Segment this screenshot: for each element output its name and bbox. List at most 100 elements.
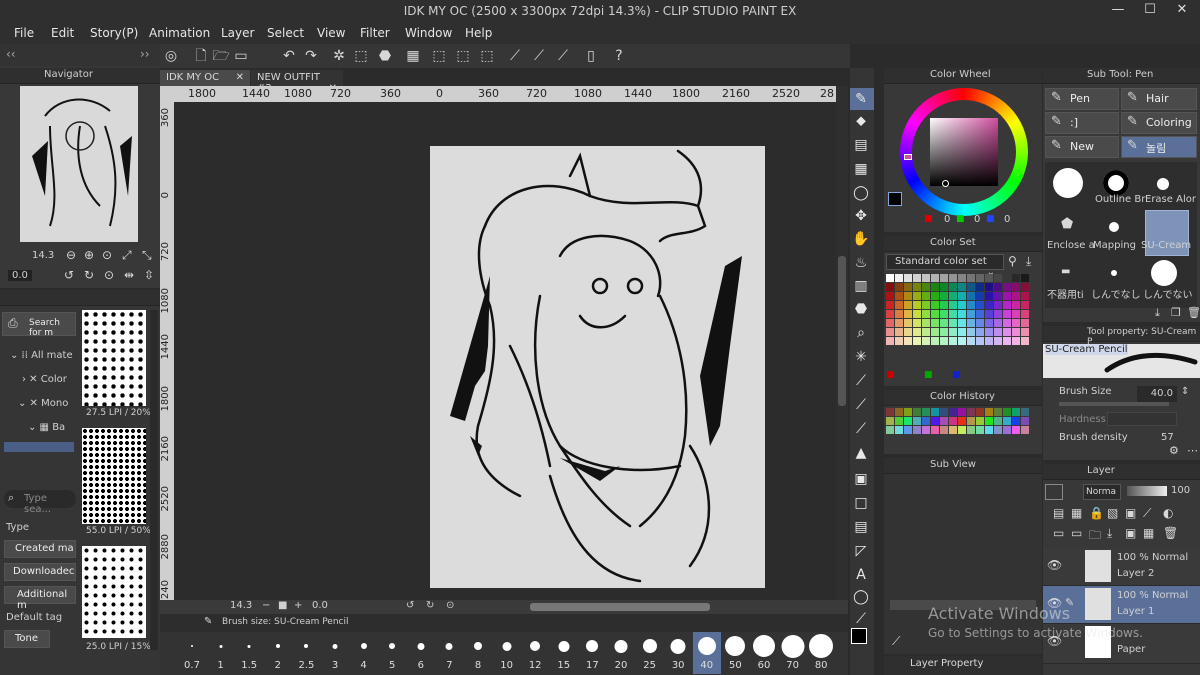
color-swatch[interactable] (904, 319, 912, 327)
color-swatch[interactable] (1003, 274, 1011, 282)
maximize-icon[interactable]: ☐ (1140, 2, 1160, 22)
color-swatch[interactable] (940, 319, 948, 327)
history-swatch[interactable] (886, 426, 894, 434)
history-swatch[interactable] (1003, 408, 1011, 416)
color-swatch[interactable] (976, 292, 984, 300)
brush-preview-8[interactable] (1111, 270, 1117, 276)
lock-layer-icon[interactable]: 🔒 (1089, 506, 1104, 520)
figure-tool-icon[interactable]: ▥ (850, 275, 872, 297)
color-swatch[interactable] (922, 301, 930, 309)
brush-preview-9[interactable] (1151, 260, 1177, 286)
merge-down-icon[interactable]: ⤓ (1107, 526, 1112, 541)
color-swatch[interactable] (967, 292, 975, 300)
color-swatch[interactable] (931, 283, 939, 291)
history-swatch[interactable] (931, 426, 939, 434)
expand-left-icon[interactable]: ›› (140, 47, 150, 61)
color-swatch[interactable] (976, 310, 984, 318)
material-tile-1[interactable] (82, 310, 146, 406)
status-reset-icon[interactable]: ⊙ (446, 600, 454, 611)
brush-size-cell[interactable]: 3 (321, 632, 349, 674)
brush-size-cell[interactable]: 15 (550, 632, 578, 674)
brush-size-cell[interactable]: 10 (493, 632, 521, 674)
history-swatch[interactable] (922, 408, 930, 416)
history-swatch[interactable] (994, 408, 1002, 416)
menu-window[interactable]: Window (405, 26, 452, 40)
color-swatch[interactable] (967, 274, 975, 282)
new-file-icon[interactable]: 🗋 (192, 47, 210, 65)
color-swatch[interactable] (1012, 337, 1020, 345)
color-swatch[interactable] (985, 310, 993, 318)
new-vector-layer-icon[interactable]: ▭ (1071, 526, 1082, 540)
color-swatch[interactable] (1012, 283, 1020, 291)
actual-size-icon[interactable]: ⤡ (142, 248, 152, 263)
apply-mask-icon[interactable]: ▦ (1143, 526, 1154, 540)
tab-new-outfit[interactable]: NEW OUTFIT #2 ✕ (251, 70, 343, 94)
hand-tool-icon[interactable]: ✋ (850, 228, 872, 250)
color-swatch[interactable] (958, 319, 966, 327)
ruler-layer-icon[interactable]: ⟋ (1143, 506, 1151, 521)
opacity-value[interactable]: 100 (1171, 485, 1190, 496)
history-swatch[interactable] (913, 417, 921, 425)
history-swatch[interactable] (1021, 408, 1029, 416)
color-swatch[interactable] (922, 292, 930, 300)
menu-select[interactable]: Select (267, 26, 304, 40)
color-swatch[interactable] (913, 301, 921, 309)
wheel-main-swatch[interactable] (888, 192, 902, 206)
fill-tool-icon[interactable]: ⬣ (850, 298, 872, 320)
history-swatch[interactable] (985, 408, 993, 416)
menu-file[interactable]: File (14, 26, 34, 40)
history-swatch[interactable] (985, 426, 993, 434)
history-swatch[interactable] (913, 408, 921, 416)
color-swatch[interactable] (949, 274, 957, 282)
color-swatch[interactable] (958, 283, 966, 291)
brush-size-cell[interactable]: 12 (521, 632, 549, 674)
color-swatch[interactable] (967, 319, 975, 327)
color-set-select[interactable]: Standard color set ⌄ (886, 254, 1004, 278)
tone-tag-button[interactable]: Tone (4, 630, 50, 648)
history-swatch[interactable] (940, 417, 948, 425)
color-swatch[interactable] (1012, 301, 1020, 309)
brush-size-cell[interactable]: 50 (721, 632, 749, 674)
color-swatch[interactable] (922, 274, 930, 282)
history-swatch[interactable] (931, 408, 939, 416)
materials-scrollbar[interactable] (150, 310, 158, 650)
color-swatch[interactable] (976, 328, 984, 336)
menu-edit[interactable]: Edit (51, 26, 74, 40)
color-swatch[interactable] (886, 310, 894, 318)
color-swatch[interactable] (913, 283, 921, 291)
create-mask-icon[interactable]: ▣ (1125, 526, 1136, 540)
color-swatch[interactable] (922, 328, 930, 336)
downloaded-button[interactable]: Downloadec (4, 563, 76, 581)
color-swatch[interactable] (958, 328, 966, 336)
color-swatch[interactable] (922, 337, 930, 345)
color-swatch[interactable] (895, 310, 903, 318)
layer-color-toggle-icon[interactable]: ◐ (1163, 506, 1173, 520)
color-swatch[interactable] (994, 310, 1002, 318)
color-swatch[interactable] (1003, 337, 1011, 345)
color-swatch[interactable] (994, 274, 1002, 282)
new-folder-icon[interactable]: 🗀 (1089, 526, 1101, 547)
color-swatch[interactable] (931, 319, 939, 327)
navigator-rotate-value[interactable]: 0.0 (8, 270, 32, 281)
tool-property-menu-icon[interactable]: ⋯ (1187, 444, 1198, 457)
brush-size-cell[interactable]: 40 (692, 632, 721, 674)
fit-window-icon[interactable]: ⤢ (122, 248, 132, 263)
color-swatch[interactable] (1021, 328, 1029, 336)
subtool-delete-icon[interactable]: 🗑 (1187, 306, 1200, 319)
add-color-icon[interactable]: ■ (886, 370, 895, 380)
enclose-brush-icon[interactable]: ⬟ (1061, 216, 1073, 232)
color-swatch[interactable] (1003, 301, 1011, 309)
color-swatch[interactable] (1021, 283, 1029, 291)
brush-size-cell[interactable]: 20 (607, 632, 635, 674)
color-swatch[interactable] (1003, 283, 1011, 291)
ruler-snap-icon[interactable]: ⟋ (530, 47, 548, 65)
color-swatch[interactable] (886, 283, 894, 291)
blend-tool-icon[interactable]: ♨ (850, 252, 872, 274)
menu-animation[interactable]: Animation (149, 26, 210, 40)
ruler-tool-icon[interactable]: ◸ (850, 540, 872, 562)
correct-line-tool-icon[interactable]: ⟋ (850, 608, 872, 630)
open-file-icon[interactable]: 🗁 (212, 47, 230, 65)
history-swatch[interactable] (922, 426, 930, 434)
flip-horizontal-icon[interactable]: ⇹ (124, 268, 134, 282)
color-swatch[interactable] (967, 283, 975, 291)
